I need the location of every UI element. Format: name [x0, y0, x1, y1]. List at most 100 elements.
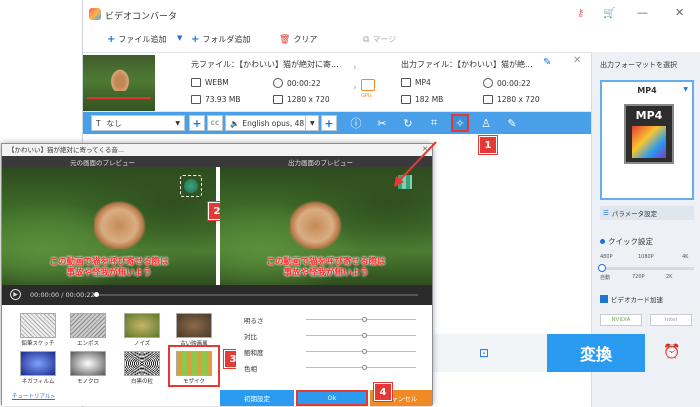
format-selector[interactable]: MP4 ▼ MP4	[600, 80, 694, 200]
quick-quality-slider[interactable]	[598, 264, 694, 272]
saturation-knob[interactable]	[362, 349, 367, 354]
minimize-button[interactable]: —	[637, 6, 648, 19]
cat-thumbnail-image	[109, 67, 131, 91]
sliders-icon: ☰	[603, 209, 609, 217]
saturation-slider[interactable]	[306, 351, 416, 352]
mp4-file-icon: MP4	[624, 104, 674, 164]
cart-icon[interactable]: 🛒	[603, 8, 615, 19]
clear-button[interactable]: 🗑 クリア	[279, 34, 317, 45]
source-resolution-value: 1280 x 720	[287, 95, 330, 104]
edit-pencil-icon[interactable]: ✎	[543, 57, 551, 68]
timeline-slider[interactable]	[94, 292, 418, 297]
gpu-accel-label: ビデオカード加速	[611, 296, 663, 304]
output-resolution: 1280 x 720	[483, 95, 540, 104]
source-duration-value: 00:00:22	[287, 78, 321, 88]
size-icon	[401, 95, 411, 104]
source-format: WEBM	[191, 78, 229, 87]
source-duration: 00:00:22	[273, 78, 321, 88]
filter-monochrome[interactable]	[70, 351, 106, 376]
annotation-arrow	[394, 141, 437, 187]
add-folder-button[interactable]: + フォルダ追加	[191, 34, 250, 45]
filter-old-film[interactable]	[176, 313, 212, 338]
audio-select-dropdown[interactable]: ▼	[305, 115, 319, 131]
crop-icon[interactable]: ⌗	[427, 116, 441, 130]
remove-file-icon[interactable]: ✕	[573, 55, 581, 66]
add-file-dropdown[interactable]: ▼	[177, 34, 182, 42]
source-file-name: 元ファイル：【かわいい】猫が絶対に寄...	[191, 60, 339, 69]
add-file-label: ファイル追加	[118, 35, 167, 44]
slider-knob[interactable]	[598, 264, 606, 272]
clock-icon	[483, 78, 493, 88]
original-preview: この動画で猫を呼び寄せる際は 事故や怪我が無いよう	[2, 167, 216, 285]
filter-emboss[interactable]	[70, 313, 106, 338]
tick-2k: 2K	[666, 274, 673, 280]
nvidia-badge: NVIDIA	[600, 314, 642, 326]
output-folder-icon[interactable]: ⊡	[479, 346, 489, 360]
filter-label: エンボス	[76, 341, 99, 347]
filter-noise[interactable]	[124, 313, 160, 338]
contrast-slider[interactable]	[306, 335, 416, 336]
reset-button[interactable]: 初期設定	[220, 390, 294, 406]
ok-button[interactable]: Ok	[296, 390, 368, 406]
output-subtitle: この動画で猫を呼び寄せる際は 事故や怪我が無いよう	[220, 257, 432, 279]
subtitle-line-2: 事故や怪我が無いよう	[283, 268, 369, 278]
rotate-icon[interactable]: ↻	[401, 116, 415, 130]
convert-button[interactable]: 変換	[547, 334, 645, 372]
chevron-down-icon: ▼	[683, 86, 688, 93]
cc-button[interactable]: CC	[207, 115, 223, 131]
toolbar: + ファイル追加 ▼ + フォルダ追加 🗑 クリア ⧉ マージ	[83, 30, 591, 50]
play-icon[interactable]: ▶	[10, 289, 21, 300]
dialog-title: 【かわいい】猫が絶対に寄ってくる音...	[2, 144, 432, 156]
mosaic-region-handle[interactable]	[180, 175, 202, 197]
filter-mosaic[interactable]	[176, 351, 212, 376]
gpu-accel-option[interactable]: ビデオカード加速	[600, 292, 694, 306]
output-size: 182 MB	[401, 95, 443, 104]
filter-bw-grain[interactable]	[124, 351, 160, 376]
gpu-chip-icon	[361, 79, 375, 91]
hue-knob[interactable]	[362, 365, 367, 370]
brightness-label: 明るさ	[244, 317, 264, 325]
watermark-icon[interactable]: ♙	[479, 116, 493, 130]
trash-icon: 🗑	[279, 34, 291, 45]
subtitle-edit-icon[interactable]: ✎	[505, 116, 519, 130]
output-duration-value: 00:00:22	[497, 78, 531, 88]
add-audio-button[interactable]: +	[321, 115, 337, 131]
timecode: 00:00:00 / 00:00:22	[30, 291, 95, 299]
step-badge-4: 4	[374, 383, 392, 401]
close-button[interactable]: ✕	[675, 6, 684, 19]
title-bar: ビデオコンバータ ⚷ 🛒 — ✕	[83, 0, 700, 30]
hue-slider[interactable]	[306, 367, 416, 368]
filter-pencil-sketch[interactable]	[20, 313, 56, 338]
clear-label: クリア	[293, 35, 318, 44]
file-row: 元ファイル：【かわいい】猫が絶対に寄... WEBM 00:00:22 73.9…	[83, 52, 591, 112]
subtitle-select[interactable]: T なし ▼	[91, 115, 185, 131]
merge-button[interactable]: ⧉ マージ	[363, 34, 396, 45]
info-icon[interactable]: ⓘ	[349, 116, 363, 130]
alarm-clock-icon[interactable]: ⏰	[663, 344, 680, 360]
add-folder-label: フォルダ追加	[202, 35, 251, 44]
brightness-knob[interactable]	[362, 317, 367, 322]
cut-icon[interactable]: ✂	[375, 116, 389, 130]
source-format-value: WEBM	[205, 78, 229, 87]
filter-label: 鉛筆スケッチ	[21, 341, 55, 347]
tick-720p: 720P	[632, 274, 645, 280]
parameter-settings-button[interactable]: ☰ パラメータ設定	[600, 206, 694, 220]
playback-bar: ▶ 00:00:00 / 00:00:22	[2, 285, 432, 305]
video-thumbnail[interactable]	[83, 55, 155, 111]
brightness-slider[interactable]	[306, 319, 416, 320]
app-logo-icon	[89, 8, 101, 20]
resolution-icon	[273, 95, 283, 104]
subtitle-line-1: この動画で猫を呼び寄せる際は	[49, 257, 169, 267]
audio-track-select[interactable]: 🔈 English opus, 48	[225, 115, 317, 131]
contrast-knob[interactable]	[362, 333, 367, 338]
add-subtitle-button[interactable]: +	[189, 115, 205, 131]
merge-label: マージ	[372, 35, 397, 44]
effects-icon[interactable]: ✧	[451, 114, 469, 132]
timeline-knob[interactable]	[94, 292, 99, 297]
filter-label: 白黒の粒	[130, 379, 153, 385]
add-file-button[interactable]: + ファイル追加	[107, 34, 166, 45]
audio-select-value: English opus, 48	[242, 118, 305, 128]
filter-negative[interactable]	[20, 351, 56, 376]
key-icon[interactable]: ⚷	[577, 8, 584, 19]
arrow-right-icon: ›	[353, 63, 357, 73]
